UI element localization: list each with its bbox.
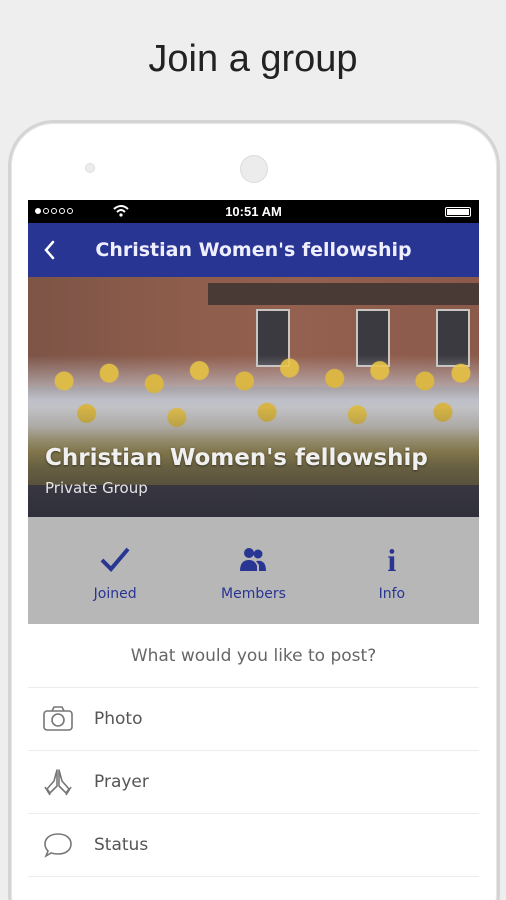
camera-icon (43, 706, 73, 731)
speech-bubble-icon (44, 833, 72, 858)
group-cover-photo: Christian Women's fellowship Private Gro… (28, 277, 479, 517)
praying-hands-icon (44, 769, 72, 796)
members-button[interactable]: Members (193, 540, 313, 602)
post-option-prayer[interactable]: Prayer (28, 751, 479, 814)
checkmark-icon (100, 547, 130, 572)
joined-label: Joined (93, 585, 137, 602)
status-label: Status (94, 835, 149, 855)
post-option-photo[interactable]: Photo (28, 688, 479, 751)
app-screen: 10:51 AM Christian Women's fellowship Ch… (28, 200, 479, 900)
post-option-status[interactable]: Status (28, 814, 479, 877)
nav-title: Christian Women's fellowship (95, 239, 412, 261)
chevron-left-icon (44, 240, 55, 260)
nav-bar: Christian Women's fellowship (28, 223, 479, 277)
info-button[interactable]: i Info (332, 540, 452, 602)
joined-button[interactable]: Joined (55, 540, 175, 602)
back-button[interactable] (38, 235, 64, 265)
battery-icon (445, 207, 471, 217)
post-prompt: What would you like to post? (28, 624, 479, 688)
page-headline: Join a group (148, 38, 358, 80)
members-label: Members (221, 585, 286, 602)
group-privacy-label: Private Group (45, 479, 148, 497)
info-label: Info (378, 585, 406, 602)
status-bar: 10:51 AM (28, 200, 479, 223)
front-camera (85, 163, 95, 173)
group-name: Christian Women's fellowship (45, 445, 428, 471)
members-icon (240, 547, 267, 571)
video-icon (42, 893, 74, 900)
group-action-bar: Joined Members i Info (28, 517, 479, 624)
status-time: 10:51 AM (225, 204, 282, 219)
prayer-label: Prayer (94, 772, 149, 792)
earpiece-speaker (240, 155, 268, 183)
post-option-partial[interactable] (28, 877, 479, 900)
photo-label: Photo (94, 709, 143, 729)
info-icon: i (387, 541, 397, 578)
